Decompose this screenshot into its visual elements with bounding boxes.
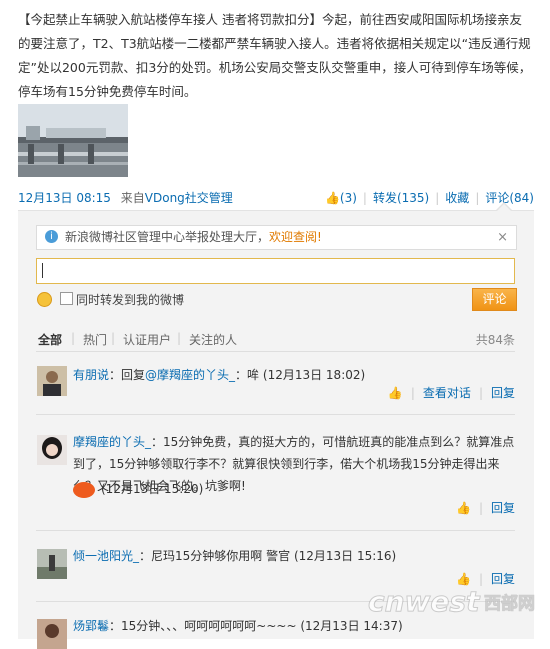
watermark-logo: cnwest 西部网 (366, 581, 550, 621)
submit-comment-button[interactable]: 评论 (472, 288, 517, 311)
reply-link[interactable]: 回复 (491, 501, 515, 515)
comment-body: 有朋说：回复@摩羯座的丫头_：哞 (12月13日 18:02) (73, 364, 517, 386)
comment-text: ：回复 (109, 368, 146, 382)
comment-text: ：15分钟、、、呵呵呵呵呵呵~~~~ (109, 619, 297, 633)
avatar[interactable] (37, 435, 67, 465)
close-icon[interactable]: × (497, 226, 508, 249)
watermark-text: cnwest (368, 585, 481, 618)
notice-text: 新浪微博社区管理中心举报处理大厅， (65, 230, 270, 244)
repost-checkbox-label[interactable]: 同时转发到我的微博 (76, 291, 184, 308)
like-icon[interactable]: 👍 (388, 386, 403, 400)
source-link[interactable]: VDong社交管理 (145, 191, 233, 205)
comment-input[interactable] (36, 258, 515, 284)
favorite-button[interactable]: 收藏 (445, 191, 469, 205)
tab-divider: | (111, 331, 116, 345)
like-count[interactable]: (3) (340, 191, 357, 205)
angry-emoji-icon (73, 481, 95, 498)
commenter-name[interactable]: 倾一池阳光_ (73, 549, 139, 563)
watermark-cn: 西部网 (484, 593, 535, 614)
comment-body: 倾一池阳光_：尼玛15分钟够你用啊 警官 (12月13日 15:16) (73, 545, 517, 567)
tab-hot[interactable]: 热门 (83, 331, 107, 348)
comment-time: (12月13日 14:37) (300, 619, 403, 633)
text-caret (42, 263, 43, 278)
comment-time-row: (12月13日 15:20) (73, 478, 517, 500)
tab-divider: | (177, 331, 182, 345)
comment-tabs: 全部 | 热门 | 认证用户 | 关注的人 共84条 (38, 331, 515, 349)
commenter-name[interactable]: 有朋说 (73, 368, 109, 382)
avatar[interactable] (37, 549, 67, 579)
commenter-name[interactable]: 炀郢鬈 (73, 619, 109, 633)
source-prefix: 来自 (120, 191, 145, 205)
divider (36, 351, 515, 352)
commenter-name[interactable]: 摩羯座的丫头_ (73, 435, 151, 449)
info-icon: i (45, 230, 58, 243)
comment-actions: 👍 | 查看对话 | 回复 (387, 386, 515, 400)
like-icon[interactable]: 👍 (456, 501, 471, 515)
comment-time: (12月13日 18:02) (262, 368, 366, 382)
post-meta: 12月13日 08:15 来自VDong社交管理 👍(3) | 转发(135) | 收藏… (18, 189, 534, 207)
tab-verified[interactable]: 认证用户 (123, 331, 171, 348)
repost-button[interactable]: 转发(135) (373, 191, 429, 205)
repost-checkbox[interactable] (60, 292, 73, 305)
comment-text: ：尼玛15分钟够你用啊 警官 (139, 549, 291, 563)
comment-text: ：哞 (235, 368, 260, 382)
comment-time: (12月13日 15:20) (101, 482, 204, 496)
tab-following[interactable]: 关注的人 (189, 331, 237, 348)
comment-actions: 👍 | 回复 (455, 501, 515, 515)
divider (36, 414, 515, 415)
tab-all[interactable]: 全部 (38, 331, 62, 348)
comment-count: 共84条 (475, 333, 515, 347)
tab-divider: | (71, 331, 76, 345)
post-time[interactable]: 12月13日 08:15 (18, 191, 111, 205)
view-conversation-link[interactable]: 查看对话 (423, 386, 471, 400)
avatar[interactable] (37, 366, 67, 396)
like-icon[interactable]: 👍 (325, 191, 340, 205)
emoji-icon[interactable] (37, 292, 52, 307)
comment-time: (12月13日 15:16) (293, 549, 397, 563)
reply-link[interactable]: 回复 (491, 386, 515, 400)
post-text: 【今起禁止车辆驶入航站楼停车接人 违者将罚款扣分】今起，前往西安咸阳国际机场接亲… (18, 12, 532, 99)
notice-bar: i 新浪微博社区管理中心举报处理大厅，欢迎查阅! × (36, 225, 517, 250)
post-image[interactable] (18, 104, 128, 177)
divider (36, 530, 515, 531)
mention-link[interactable]: @摩羯座的丫头_ (145, 368, 235, 382)
panel-arrow-fill (497, 204, 511, 211)
notice-link[interactable]: 欢迎查阅! (269, 230, 322, 244)
avatar[interactable] (37, 619, 67, 649)
